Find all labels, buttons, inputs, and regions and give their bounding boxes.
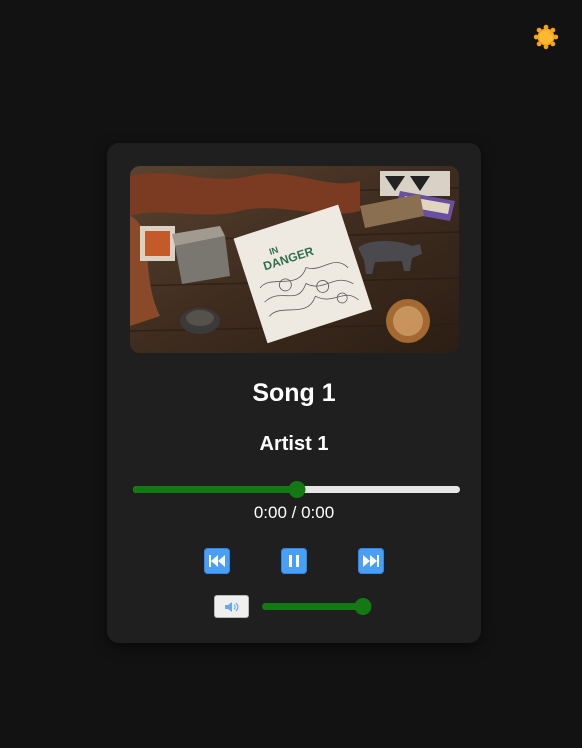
volume-slider[interactable] <box>262 598 372 615</box>
sun-icon <box>533 24 559 50</box>
time-display: 0:00 / 0:00 <box>253 503 335 522</box>
artist-name: Artist 1 <box>259 433 329 455</box>
progress-fill <box>133 486 297 493</box>
mute-button[interactable] <box>214 595 249 618</box>
music-player-card: IN DANGER Song 1 Artist 1 0:00 / 0:00 <box>107 143 481 643</box>
volume-fill <box>262 603 364 610</box>
album-art: IN DANGER <box>130 166 459 353</box>
next-track-icon <box>363 555 379 567</box>
progress-slider[interactable] <box>133 481 460 498</box>
pause-icon <box>289 555 299 567</box>
progress-thumb[interactable] <box>288 481 305 498</box>
theme-toggle-button[interactable] <box>532 23 560 51</box>
previous-button[interactable] <box>204 548 230 574</box>
pause-button[interactable] <box>281 548 307 574</box>
volume-thumb[interactable] <box>354 598 372 615</box>
song-title: Song 1 <box>252 379 336 407</box>
next-button[interactable] <box>358 548 384 574</box>
speaker-icon <box>224 601 238 612</box>
previous-track-icon <box>209 555 225 567</box>
